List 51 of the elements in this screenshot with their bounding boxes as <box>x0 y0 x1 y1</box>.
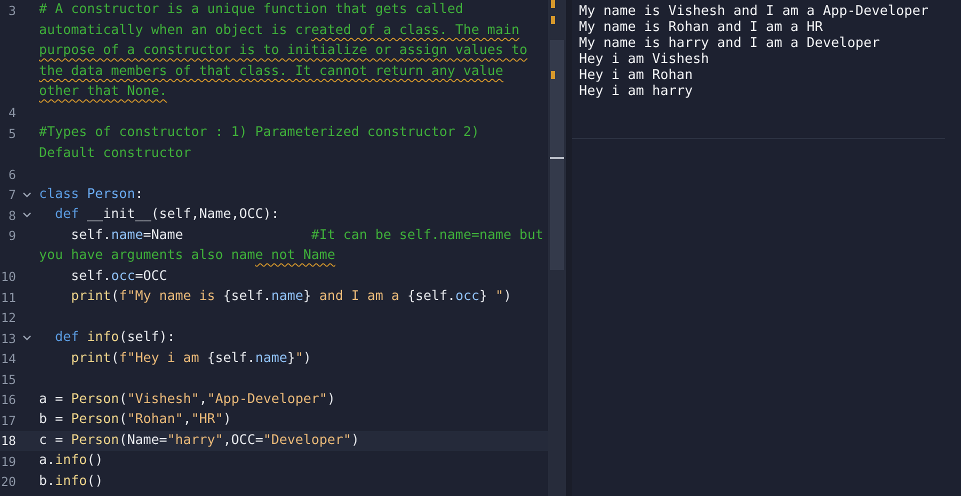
line-number: 5 <box>7 126 16 141</box>
line-number: 18 <box>0 433 16 448</box>
code-line: def __init__(self,Name,OCC): <box>54 206 280 224</box>
code-line: #Types of constructor : 1) Parameterized constructor 2) <box>39 124 480 142</box>
code-line: automatically when an object is created of a class. The main <box>39 22 520 40</box>
code-line: Default constructor <box>39 144 192 163</box>
code-line: you have arguments also name not Name <box>39 247 336 266</box>
code-line: b.info() <box>39 472 104 491</box>
line-number: 13 <box>0 330 16 346</box>
output-line: My name is Rohan and I am a HR <box>579 19 824 35</box>
code-line: other that None. <box>39 83 168 102</box>
line-number: 11 <box>0 290 16 305</box>
output-line: Hey i am Rohan <box>579 67 694 83</box>
output-line: My name is Vishesh and I am a App-Developer <box>579 3 930 19</box>
code-line: class Person: <box>39 186 144 204</box>
line-number: 9 <box>7 228 16 244</box>
line-number: 3 <box>7 2 16 18</box>
line-number: 14 <box>0 351 16 366</box>
line-number: 17 <box>0 412 16 428</box>
output-line: My name is harry and I am a Developer <box>579 35 881 51</box>
scrollbar-thumb[interactable] <box>550 40 564 270</box>
code-line: self.name=Name #It can be self.name=name but <box>70 226 544 245</box>
line-number: 15 <box>0 372 16 387</box>
code-line: def info(self): <box>54 329 176 348</box>
line-number: 7 <box>7 187 16 202</box>
line-number: 20 <box>0 474 16 490</box>
code-line: # A constructor is a unique function that gets called <box>39 1 464 20</box>
code-line: a = Person("Vishesh","App-Developer") <box>39 390 336 409</box>
code-line: print(f"Hey i am {self.name}") <box>70 350 312 368</box>
chevron-down-icon[interactable] <box>22 190 32 200</box>
scrollbar[interactable] <box>548 0 566 496</box>
code-line: print(f"My name is {self.name} and I am a {self.occ} ") <box>70 288 512 306</box>
line-number: 8 <box>7 208 16 223</box>
code-line: b = Person("Rohan","HR") <box>39 411 232 430</box>
output-line: Hey i am Vishesh <box>579 51 710 67</box>
line-number: 16 <box>0 392 16 408</box>
line-number: 6 <box>7 166 16 182</box>
line-number: 10 <box>0 269 16 284</box>
cursor-marker <box>550 157 564 159</box>
code-line: a.info() <box>39 452 104 470</box>
output-line: Hey i am harry <box>579 83 694 99</box>
code-line: c = Person(Name="harry",OCC="Developer") <box>39 432 360 450</box>
line-number: 19 <box>0 454 16 469</box>
line-number: 4 <box>7 105 16 120</box>
warning-marker <box>551 71 555 79</box>
code-line: self.occ=OCC <box>70 268 168 286</box>
warning-marker <box>551 0 555 8</box>
warning-marker <box>551 16 555 24</box>
code-line: the data members of that class. It cannot return any value <box>39 62 504 81</box>
line-number: 12 <box>0 310 16 326</box>
code-line: purpose of a constructor is to initialize or assign values to <box>39 42 528 60</box>
